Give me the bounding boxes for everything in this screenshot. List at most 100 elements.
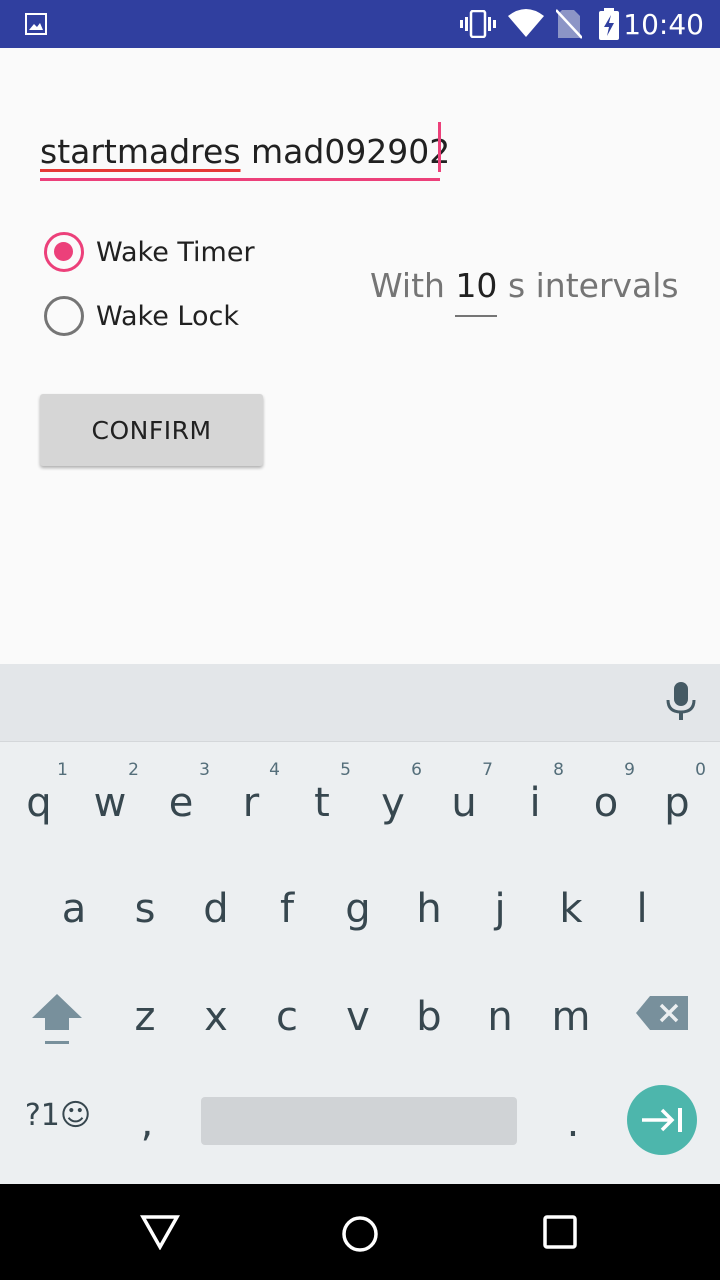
app-content: startmadres mad092902 Wake Timer Wake Lo…	[0, 48, 720, 664]
navigation-bar	[0, 1184, 720, 1280]
interval-input[interactable]: 10	[455, 266, 498, 317]
key-label: j	[494, 886, 506, 932]
home-icon[interactable]	[340, 1214, 380, 1254]
key-label: p	[664, 780, 690, 826]
key-label: r	[242, 780, 260, 826]
interval-prefix: With	[370, 266, 445, 305]
interval-setting: With 10 s intervals	[370, 266, 679, 317]
key-label: c	[276, 994, 298, 1040]
key-hint: 5	[340, 760, 351, 780]
shift-icon[interactable]	[32, 994, 82, 1046]
key-p[interactable]: 0p	[642, 760, 712, 860]
key-hint: 1	[57, 760, 68, 780]
key-label: g	[345, 886, 371, 932]
radio-button-checked[interactable]	[44, 232, 84, 272]
interval-suffix: s intervals	[507, 266, 679, 305]
radio-label-wake-timer: Wake Timer	[96, 236, 255, 268]
confirm-button[interactable]: CONFIRM	[40, 394, 263, 466]
key-label: f	[279, 886, 295, 932]
key-hint: 9	[624, 760, 635, 780]
battery-charging-icon	[599, 8, 619, 40]
key-label: n	[487, 994, 513, 1040]
microphone-icon[interactable]	[666, 682, 696, 722]
key-l[interactable]: l	[607, 866, 677, 966]
key-hint: 0	[695, 760, 706, 780]
text-cursor	[438, 122, 441, 172]
key-label: z	[134, 994, 156, 1040]
key-t[interactable]: 5t	[287, 760, 357, 860]
status-bar: 10:40	[0, 0, 720, 48]
key-b[interactable]: b	[394, 974, 464, 1074]
key-r[interactable]: 4r	[216, 760, 286, 860]
suggestion-strip	[0, 664, 720, 742]
key-e[interactable]: 3e	[146, 760, 216, 860]
key-label: d	[203, 886, 229, 932]
key-label: b	[416, 994, 442, 1040]
vibrate-icon	[460, 10, 496, 38]
no-sim-icon	[556, 9, 582, 39]
key-n[interactable]: n	[465, 974, 535, 1074]
key-label: k	[559, 886, 583, 932]
key-hint: 3	[199, 760, 210, 780]
wifi-icon	[508, 9, 544, 37]
key-label: m	[551, 994, 591, 1040]
key-c[interactable]: c	[252, 974, 322, 1074]
key-y[interactable]: 6y	[358, 760, 428, 860]
key-label: s	[134, 886, 156, 932]
key-x[interactable]: x	[181, 974, 251, 1074]
key-f[interactable]: f	[252, 866, 322, 966]
key-label: o	[593, 780, 619, 826]
text-field[interactable]: startmadres mad092902	[40, 126, 450, 182]
text-field-underline	[40, 178, 440, 181]
backspace-icon[interactable]	[636, 996, 688, 1030]
radio-button-unchecked[interactable]	[44, 296, 84, 336]
key-a[interactable]: a	[39, 866, 109, 966]
key-k[interactable]: k	[536, 866, 606, 966]
key-i[interactable]: 8i	[500, 760, 570, 860]
period-key[interactable]: .	[538, 1080, 608, 1180]
key-w[interactable]: 2w	[75, 760, 145, 860]
key-hint: 4	[269, 760, 280, 780]
enter-key[interactable]	[627, 1085, 697, 1155]
key-o[interactable]: 9o	[571, 760, 641, 860]
comma-key[interactable]: ,	[112, 1080, 182, 1180]
image-icon	[25, 13, 47, 35]
key-hint: 2	[128, 760, 139, 780]
key-q[interactable]: 1q	[4, 760, 74, 860]
next-arrow-icon	[642, 1108, 682, 1132]
key-hint: 6	[411, 760, 422, 780]
key-j[interactable]: j	[465, 866, 535, 966]
key-h[interactable]: h	[394, 866, 464, 966]
radio-wake-timer[interactable]: Wake Timer	[44, 232, 255, 272]
key-hint: 7	[482, 760, 493, 780]
key-d[interactable]: d	[181, 866, 251, 966]
key-label: v	[346, 994, 370, 1040]
key-label: h	[416, 886, 442, 932]
key-s[interactable]: s	[110, 866, 180, 966]
key-v[interactable]: v	[323, 974, 393, 1074]
radio-label-wake-lock: Wake Lock	[96, 300, 239, 332]
key-label: y	[381, 780, 405, 826]
key-label: l	[636, 886, 648, 932]
key-m[interactable]: m	[536, 974, 606, 1074]
recents-icon[interactable]	[542, 1214, 578, 1250]
back-icon[interactable]	[140, 1214, 180, 1250]
key-label: t	[314, 780, 330, 826]
spacebar[interactable]	[201, 1097, 517, 1145]
key-label: e	[168, 780, 194, 826]
key-g[interactable]: g	[323, 866, 393, 966]
key-label: w	[93, 780, 127, 826]
symbols-key[interactable]: ?1☺	[18, 1086, 98, 1186]
clock: 10:40	[623, 8, 704, 41]
radio-wake-lock[interactable]: Wake Lock	[44, 296, 239, 336]
key-label: q	[26, 780, 52, 826]
key-u[interactable]: 7u	[429, 760, 499, 860]
key-hint: 8	[553, 760, 564, 780]
text-field-value: startmadres mad092902	[40, 132, 451, 171]
key-label: a	[61, 886, 87, 932]
key-label: u	[451, 780, 477, 826]
key-z[interactable]: z	[110, 974, 180, 1074]
soft-keyboard: 1q2w3e4r5t6y7u8i9o0p asdfghjkl zxcvbnm ?…	[0, 664, 720, 1184]
key-label: i	[529, 780, 541, 826]
key-label: x	[204, 994, 228, 1040]
